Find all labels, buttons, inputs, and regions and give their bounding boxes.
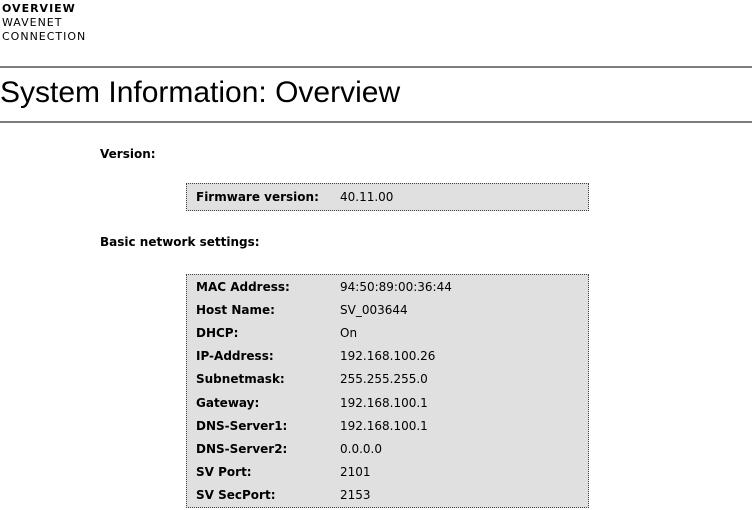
row-label: SV Port:	[196, 464, 340, 480]
table-row: DNS-Server2: 0.0.0.0	[187, 437, 588, 460]
section-heading-network: Basic network settings:	[100, 235, 260, 250]
table-row: SV Port: 2101	[187, 461, 588, 484]
row-label: Firmware version:	[196, 189, 340, 205]
table-row: DNS-Server1: 192.168.100.1	[187, 414, 588, 437]
top-navigation: OVERVIEW WAVENET CONNECTION	[2, 2, 86, 44]
network-settings-box: MAC Address: 94:50:89:00:36:44 Host Name…	[186, 274, 589, 508]
row-value: On	[340, 325, 357, 341]
row-label: Host Name:	[196, 302, 340, 318]
row-value: 94:50:89:00:36:44	[340, 279, 452, 295]
table-row: Firmware version: 40.11.00	[187, 189, 588, 205]
row-value: 2101	[340, 464, 371, 480]
table-row: Host Name: SV_003644	[187, 298, 588, 321]
table-row: DHCP: On	[187, 321, 588, 344]
version-info-box: Firmware version: 40.11.00	[186, 183, 589, 211]
row-label: SV SecPort:	[196, 487, 340, 503]
nav-link-wavenet[interactable]: WAVENET	[2, 16, 86, 30]
row-label: DNS-Server1:	[196, 418, 340, 434]
row-value: 192.168.100.1	[340, 418, 428, 434]
divider-above-title	[0, 66, 752, 68]
row-value: 0.0.0.0	[340, 441, 382, 457]
row-value: 192.168.100.1	[340, 395, 428, 411]
section-heading-version: Version:	[100, 147, 156, 162]
row-value: 40.11.00	[340, 189, 393, 205]
row-value: 255.255.255.0	[340, 371, 428, 387]
row-value: SV_003644	[340, 302, 408, 318]
row-label: DHCP:	[196, 325, 340, 341]
row-label: Gateway:	[196, 395, 340, 411]
nav-link-connection[interactable]: CONNECTION	[2, 30, 86, 44]
row-value: 192.168.100.26	[340, 348, 435, 364]
row-label: DNS-Server2:	[196, 441, 340, 457]
table-row: IP-Address: 192.168.100.26	[187, 345, 588, 368]
table-row: Gateway: 192.168.100.1	[187, 391, 588, 414]
row-label: MAC Address:	[196, 279, 340, 295]
table-row: MAC Address: 94:50:89:00:36:44	[187, 275, 588, 298]
table-row: Subnetmask: 255.255.255.0	[187, 368, 588, 391]
table-row: SV SecPort: 2153	[187, 484, 588, 507]
row-value: 2153	[340, 487, 371, 503]
row-label: IP-Address:	[196, 348, 340, 364]
divider-below-title	[0, 121, 752, 123]
row-label: Subnetmask:	[196, 371, 340, 387]
page-title: System Information: Overview	[0, 76, 400, 110]
nav-link-overview[interactable]: OVERVIEW	[2, 2, 86, 16]
